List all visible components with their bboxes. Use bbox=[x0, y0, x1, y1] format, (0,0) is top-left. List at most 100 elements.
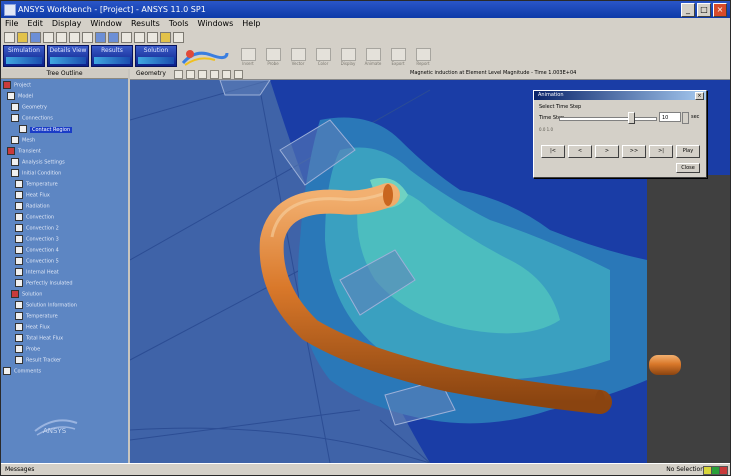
tree-item[interactable]: Heat Flux bbox=[15, 323, 50, 331]
next-frame-button[interactable]: > bbox=[595, 145, 619, 158]
view-iso-icon[interactable] bbox=[198, 70, 207, 79]
tree-item[interactable]: Perfectly Insulated bbox=[15, 279, 73, 287]
tree-item[interactable]: Connections bbox=[11, 114, 53, 122]
menu-window[interactable]: Window bbox=[90, 18, 122, 30]
play-button[interactable]: Play bbox=[676, 145, 700, 158]
ribbon-tab-solution[interactable]: Solution bbox=[135, 45, 177, 67]
tool-label: Color bbox=[317, 61, 329, 66]
tree-node-icon bbox=[15, 202, 23, 210]
dialog-close-icon[interactable]: × bbox=[695, 92, 704, 100]
dialog-title-bar: Animation × bbox=[534, 91, 706, 100]
save-icon[interactable] bbox=[30, 32, 41, 43]
vector-tool-icon[interactable]: Vector bbox=[291, 48, 306, 66]
view-zoom-icon[interactable] bbox=[186, 70, 195, 79]
close-button[interactable]: × bbox=[713, 3, 727, 17]
tree-item[interactable]: Convection 2 bbox=[15, 224, 59, 232]
color-tool-icon[interactable]: Color bbox=[316, 48, 331, 66]
paste-icon[interactable] bbox=[82, 32, 93, 43]
tree-item[interactable]: Project bbox=[3, 81, 31, 89]
menu-display[interactable]: Display bbox=[52, 18, 82, 30]
tree-item-label: Geometry bbox=[22, 104, 47, 111]
time-step-input[interactable]: 10 bbox=[659, 112, 681, 122]
tree-node-icon bbox=[11, 158, 19, 166]
time-step-slider-thumb[interactable] bbox=[628, 112, 635, 124]
tree-item-label: Perfectly Insulated bbox=[26, 280, 73, 287]
menu-tools[interactable]: Tools bbox=[169, 18, 189, 30]
tree-item[interactable]: Internal Heat bbox=[15, 268, 59, 276]
tree-item[interactable]: Mesh bbox=[11, 136, 35, 144]
tool-label: Export bbox=[391, 61, 405, 66]
dialog-close-button[interactable]: Close bbox=[676, 163, 700, 173]
cut-icon[interactable] bbox=[56, 32, 67, 43]
tree-item-label: Initial Condition bbox=[22, 170, 62, 177]
copy-icon[interactable] bbox=[69, 32, 80, 43]
ribbon-tab-label: Solution bbox=[143, 47, 169, 54]
tree-item[interactable]: Heat Flux bbox=[15, 191, 50, 199]
view-right-icon[interactable] bbox=[234, 70, 243, 79]
tree-item[interactable]: Analysis Settings bbox=[11, 158, 65, 166]
animate-tool-icon[interactable]: Animate bbox=[365, 48, 381, 66]
tree-item[interactable]: Convection 3 bbox=[15, 235, 59, 243]
display-tool-icon[interactable]: Display bbox=[341, 48, 356, 66]
tree-item[interactable]: Temperature bbox=[15, 312, 58, 320]
time-step-spinner[interactable] bbox=[682, 112, 689, 124]
tree-item[interactable]: Geometry bbox=[11, 103, 47, 111]
first-frame-button[interactable]: |< bbox=[541, 145, 565, 158]
menu-results[interactable]: Results bbox=[131, 18, 160, 30]
view-front-icon[interactable] bbox=[210, 70, 219, 79]
print-icon[interactable] bbox=[43, 32, 54, 43]
tree-item[interactable]: Solution bbox=[11, 290, 42, 298]
tree-node-icon bbox=[15, 312, 23, 320]
open-folder-icon[interactable] bbox=[17, 32, 28, 43]
maximize-button[interactable]: □ bbox=[697, 3, 711, 17]
menu-file[interactable]: File bbox=[5, 18, 18, 30]
rotate-icon[interactable] bbox=[134, 32, 145, 43]
export-tool-icon[interactable]: Export bbox=[391, 48, 406, 66]
svg-text:ANSYS: ANSYS bbox=[43, 427, 67, 435]
tree-item[interactable]: Result Tracker bbox=[15, 356, 61, 364]
tree-item[interactable]: Radiation bbox=[15, 202, 50, 210]
messages-tab[interactable]: Messages bbox=[5, 466, 34, 473]
minimize-button[interactable]: _ bbox=[681, 3, 695, 17]
report-tool-icon[interactable]: Report bbox=[416, 48, 431, 66]
ribbon-tab-simulation[interactable]: Simulation bbox=[3, 45, 45, 67]
fast-forward-button[interactable]: >> bbox=[622, 145, 646, 158]
insert-tool-icon[interactable]: Insert bbox=[241, 48, 256, 66]
menu-help[interactable]: Help bbox=[242, 18, 260, 30]
tree-item-label: Solution Information bbox=[26, 302, 77, 309]
tree-item[interactable]: Probe bbox=[15, 345, 40, 353]
tree-item-label: Transient bbox=[18, 148, 41, 155]
ribbon-tab-results[interactable]: Results bbox=[91, 45, 133, 67]
redo-icon[interactable] bbox=[108, 32, 119, 43]
tree-item[interactable]: Convection 5 bbox=[15, 257, 59, 265]
tree-node-icon bbox=[11, 114, 19, 122]
menu-edit[interactable]: Edit bbox=[27, 18, 43, 30]
pan-icon[interactable] bbox=[147, 32, 158, 43]
new-file-icon[interactable] bbox=[4, 32, 15, 43]
animation-dialog: Animation × Select Time Step Time Step 1… bbox=[533, 90, 707, 178]
tree-item[interactable]: Contact Region bbox=[19, 125, 73, 133]
view-fit-icon[interactable] bbox=[174, 70, 183, 79]
last-frame-button[interactable]: >| bbox=[649, 145, 673, 158]
time-step-slider[interactable] bbox=[559, 117, 657, 121]
help-icon[interactable] bbox=[173, 32, 184, 43]
tree-item[interactable]: Transient bbox=[7, 147, 41, 155]
tree-item-label: Heat Flux bbox=[26, 192, 50, 199]
tree-item[interactable]: Total Heat Flux bbox=[15, 334, 63, 342]
ribbon-tab-details[interactable]: Details View bbox=[47, 45, 89, 67]
tree-item[interactable]: Initial Condition bbox=[11, 169, 61, 177]
undo-icon[interactable] bbox=[95, 32, 106, 43]
tree-item[interactable]: Temperature bbox=[15, 180, 58, 188]
tree-item[interactable]: Solution Information bbox=[15, 301, 77, 309]
tree-item[interactable]: Convection 4 bbox=[15, 246, 59, 254]
tree-item[interactable]: Comments bbox=[3, 367, 41, 375]
previous-frame-button[interactable]: < bbox=[568, 145, 592, 158]
menu-windows[interactable]: Windows bbox=[198, 18, 234, 30]
zoom-icon[interactable] bbox=[121, 32, 132, 43]
tree-item[interactable]: Convection bbox=[15, 213, 54, 221]
probe-tool-icon[interactable]: Probe bbox=[266, 48, 281, 66]
select-icon[interactable] bbox=[160, 32, 171, 43]
tree-item-label: Solution bbox=[22, 291, 43, 298]
tree-item[interactable]: Model bbox=[7, 92, 33, 100]
view-top-icon[interactable] bbox=[222, 70, 231, 79]
